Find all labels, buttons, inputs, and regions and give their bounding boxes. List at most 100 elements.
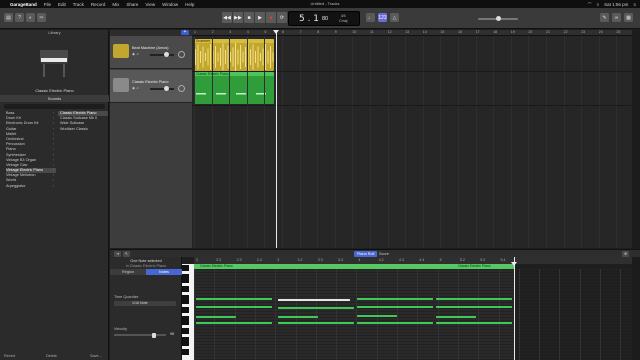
mute-solo-controls[interactable]: ◉ ♫ bbox=[132, 86, 139, 90]
track-header-drums[interactable]: Beat Machine (Amos) ◉ ♫ bbox=[110, 36, 192, 69]
play-button[interactable]: ▶ bbox=[255, 12, 265, 23]
record-button[interactable]: ● bbox=[266, 12, 276, 23]
playhead[interactable] bbox=[276, 30, 277, 248]
piano-roll-grid[interactable] bbox=[194, 269, 632, 360]
black-key[interactable] bbox=[182, 322, 189, 325]
velocity-knob[interactable] bbox=[152, 332, 157, 338]
tab-region[interactable]: Region bbox=[110, 269, 146, 275]
revert-button[interactable]: Revert bbox=[4, 354, 15, 358]
editor-scrollbar[interactable] bbox=[632, 257, 640, 360]
cycle-button[interactable]: ⟳ bbox=[277, 12, 287, 23]
midi-note[interactable] bbox=[357, 322, 433, 324]
lcd-tempo[interactable]: 80 bbox=[322, 16, 328, 22]
menu-share[interactable]: Share bbox=[126, 2, 138, 7]
track-name[interactable]: Beat Machine (Amos) bbox=[132, 46, 169, 50]
velocity-slider[interactable] bbox=[114, 332, 166, 338]
category-item[interactable]: Arpeggiator › bbox=[6, 184, 56, 189]
midi-note[interactable] bbox=[357, 298, 433, 300]
sounds-tab[interactable]: Sounds bbox=[0, 95, 109, 102]
library-footer: Revert Delete Save... bbox=[0, 352, 109, 360]
midi-note[interactable] bbox=[436, 298, 512, 300]
menu-app-name[interactable]: GarageBand bbox=[10, 2, 37, 7]
track-volume-slider[interactable] bbox=[150, 86, 174, 91]
library-search-input[interactable] bbox=[4, 104, 105, 109]
midi-note[interactable] bbox=[278, 316, 318, 318]
patch-item[interactable]: Wurlitzer Classic bbox=[58, 127, 108, 132]
track-volume-knob[interactable] bbox=[164, 52, 169, 57]
black-key[interactable] bbox=[182, 301, 189, 304]
help-button[interactable]: ? bbox=[15, 13, 24, 22]
metronome-button[interactable]: △ bbox=[390, 13, 399, 22]
black-key[interactable] bbox=[182, 352, 189, 355]
menu-window[interactable]: Window bbox=[162, 2, 178, 7]
track-header-piano[interactable]: Classic Electric Piano ◉ ♫ bbox=[110, 70, 192, 103]
midi-note[interactable] bbox=[436, 306, 512, 308]
black-key[interactable] bbox=[182, 289, 189, 292]
editor-playhead-handle[interactable] bbox=[511, 262, 517, 266]
menu-edit[interactable]: Edit bbox=[58, 2, 66, 7]
midi-note[interactable] bbox=[357, 315, 397, 317]
tab-notes[interactable]: Notes bbox=[146, 269, 182, 275]
pan-knob[interactable] bbox=[178, 51, 185, 58]
library-toggle-button[interactable]: ▤ bbox=[4, 13, 13, 22]
forward-button[interactable]: ▶▶ bbox=[233, 12, 243, 23]
midi-note[interactable] bbox=[278, 307, 354, 309]
pan-knob[interactable] bbox=[178, 85, 185, 92]
black-key[interactable] bbox=[182, 310, 189, 313]
midi-note[interactable] bbox=[196, 306, 272, 308]
track-volume-knob[interactable] bbox=[164, 86, 169, 91]
save-button[interactable]: Save... bbox=[90, 354, 102, 358]
master-volume-slider[interactable] bbox=[478, 16, 518, 21]
editor-playhead[interactable] bbox=[514, 257, 515, 360]
menu-track[interactable]: Track bbox=[73, 2, 84, 7]
rewind-button[interactable]: ◀◀ bbox=[222, 12, 232, 23]
midi-note[interactable] bbox=[278, 322, 354, 324]
menu-mix[interactable]: Mix bbox=[112, 2, 119, 7]
piano-region[interactable]: Classic Electric Piano bbox=[194, 72, 274, 104]
menu-help[interactable]: Help bbox=[185, 2, 194, 7]
time-quantize-dropdown[interactable]: 1/16 Note bbox=[114, 301, 176, 306]
midi-note[interactable] bbox=[357, 306, 433, 308]
playhead-handle[interactable] bbox=[273, 30, 279, 34]
delete-button[interactable]: Delete bbox=[46, 354, 57, 358]
master-volume-knob[interactable] bbox=[496, 16, 501, 21]
search-icon[interactable]: ⌕ bbox=[597, 2, 600, 7]
count-in-button[interactable]: 123 bbox=[378, 13, 387, 22]
black-key[interactable] bbox=[182, 268, 189, 271]
menu-record[interactable]: Record bbox=[91, 2, 106, 7]
menu-clock[interactable]: Sat 1:56 pm bbox=[604, 2, 628, 7]
midi-note[interactable] bbox=[196, 316, 236, 318]
midi-note[interactable] bbox=[196, 322, 272, 324]
menu-view[interactable]: View bbox=[145, 2, 155, 7]
track-volume-slider[interactable] bbox=[150, 52, 174, 57]
black-key[interactable] bbox=[182, 331, 189, 334]
black-key[interactable] bbox=[182, 280, 189, 283]
mute-solo-controls[interactable]: ◉ ♫ bbox=[132, 52, 139, 56]
drummer-region[interactable]: Drummer bbox=[194, 39, 274, 71]
media-browser-button[interactable]: ▦ bbox=[624, 13, 633, 22]
notification-center-icon[interactable]: ≡ bbox=[633, 2, 636, 7]
lcd-display[interactable]: 5 . 1 80 4/4 Cmaj bbox=[288, 11, 360, 26]
midi-note[interactable] bbox=[196, 298, 272, 300]
tracks-scrollbar[interactable] bbox=[632, 30, 640, 248]
lcd-signature[interactable]: 4/4 Cmaj bbox=[339, 14, 347, 23]
editor-ruler[interactable]: 2 2.2 2.3 2.4 3 3.2 3.3 3.4 4 4.2 4.3 4.4 5 5.2 5.3 5.4 bbox=[194, 257, 632, 264]
black-key[interactable] bbox=[182, 343, 189, 346]
wifi-icon[interactable]: ◠ bbox=[588, 1, 592, 7]
midi-note[interactable] bbox=[436, 322, 512, 324]
menu-file[interactable]: File bbox=[44, 2, 51, 7]
tracks-area[interactable]: Drummer Classic Electric Piano bbox=[192, 36, 632, 248]
track-name[interactable]: Classic Electric Piano bbox=[132, 80, 169, 84]
piano-keyboard[interactable] bbox=[182, 264, 194, 360]
midi-note[interactable] bbox=[436, 316, 476, 318]
loop-browser-button[interactable]: ∞ bbox=[612, 13, 621, 22]
editors-button[interactable]: ✂ bbox=[37, 13, 46, 22]
velocity-value[interactable]: 98 bbox=[170, 332, 174, 336]
notepad-button[interactable]: ✎ bbox=[600, 13, 609, 22]
add-track-button[interactable]: + bbox=[181, 30, 189, 35]
stop-button[interactable]: ■ bbox=[244, 12, 254, 23]
editor-inspector: One Note selected in Classic Electric Pi… bbox=[110, 257, 182, 360]
smart-controls-button[interactable]: ◐ bbox=[26, 13, 35, 22]
tuner-button[interactable]: ♩ bbox=[366, 13, 375, 22]
selected-midi-note[interactable] bbox=[278, 299, 350, 301]
